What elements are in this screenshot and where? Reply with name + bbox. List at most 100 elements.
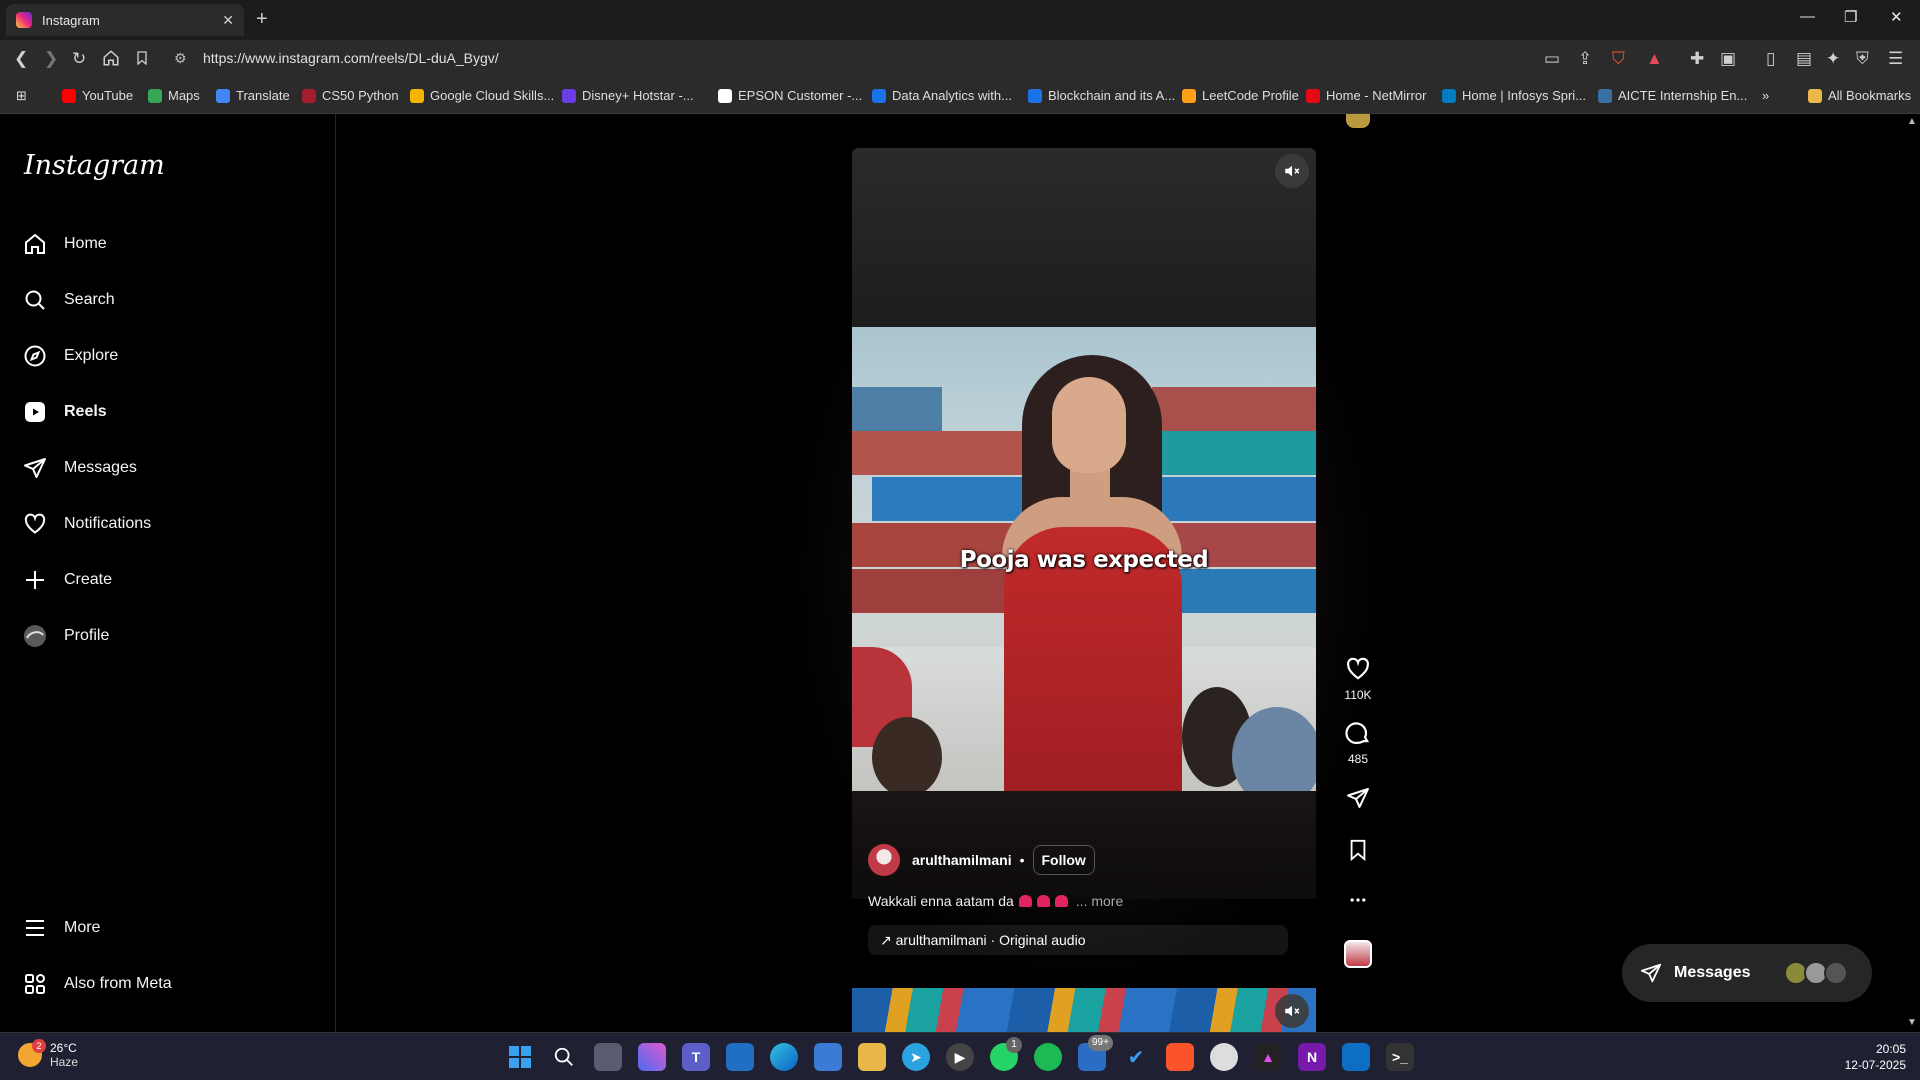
bookmark-google-cloud[interactable]: Google Cloud Skills... <box>410 88 554 103</box>
save-action[interactable] <box>1330 838 1386 862</box>
back-icon[interactable]: ❮ <box>14 49 28 69</box>
vpn-icon[interactable]: ⛨ <box>1856 49 1869 69</box>
bookmark-hotstar[interactable]: Disney+ Hotstar -... <box>562 88 694 103</box>
new-tab-button[interactable]: + <box>256 8 268 31</box>
nav-create[interactable]: Create <box>22 567 112 593</box>
follow-button[interactable]: Follow <box>1032 845 1095 875</box>
edge-icon[interactable] <box>770 1043 798 1071</box>
nav-reels[interactable]: Reels <box>22 399 107 425</box>
scroll-down-arrow-icon[interactable]: ▼ <box>1907 1017 1917 1028</box>
author-username[interactable]: arulthamilmani <box>912 852 1012 868</box>
nav-also-from-meta[interactable]: Also from Meta <box>22 971 172 997</box>
bookmark-translate[interactable]: Translate <box>216 88 290 103</box>
teams-icon[interactable]: T <box>682 1043 710 1071</box>
next-reel-video[interactable] <box>852 988 1316 1032</box>
bookmark-epson[interactable]: EPSON Customer -... <box>718 88 862 103</box>
reel-video-top[interactable] <box>852 148 1316 328</box>
bookmark-maps[interactable]: Maps <box>148 88 200 103</box>
scroll-up-arrow-icon[interactable]: ▲ <box>1907 116 1917 127</box>
more-dots-icon[interactable] <box>1347 890 1369 910</box>
leo-ai-icon[interactable]: ✦ <box>1826 49 1840 69</box>
start-button[interactable] <box>506 1043 534 1071</box>
page-scrollbar[interactable]: ▲ ▼ <box>1904 114 1920 1032</box>
brave-rewards-icon[interactable]: ▲ <box>1646 49 1663 69</box>
taskbar-search-icon[interactable] <box>550 1043 578 1071</box>
browser-menu-icon[interactable]: ☰ <box>1888 49 1903 69</box>
author-avatar[interactable] <box>868 844 900 876</box>
media-player-icon[interactable]: ▶ <box>946 1043 974 1071</box>
bookmark-leetcode[interactable]: LeetCode Profile <box>1182 88 1299 103</box>
brave-taskbar-icon[interactable] <box>1166 1043 1194 1071</box>
site-info-icon[interactable]: ⚙ <box>174 50 187 67</box>
todo-icon[interactable]: ✔ <box>1122 1043 1150 1071</box>
audio-thumbnail[interactable] <box>1330 940 1386 968</box>
cast-icon[interactable]: ▭ <box>1544 49 1560 69</box>
apps-grid-icon[interactable]: ⊞ <box>16 88 27 104</box>
nav-search[interactable]: Search <box>22 287 115 313</box>
caption-more-link[interactable]: ... more <box>1076 893 1123 909</box>
brave-shield-icon[interactable]: ⛉ <box>1612 49 1625 69</box>
all-bookmarks-folder[interactable]: All Bookmarks <box>1808 88 1911 103</box>
comment-action[interactable]: 485 <box>1330 720 1386 766</box>
comment-icon[interactable] <box>1345 720 1371 746</box>
messages-floating-button[interactable]: Messages <box>1622 944 1872 1002</box>
spotify-icon[interactable] <box>1034 1043 1062 1071</box>
bookmark-infosys[interactable]: Home | Infosys Spri... <box>1442 88 1586 103</box>
instagram-logo[interactable]: Instagram <box>24 150 165 181</box>
nav-explore[interactable]: Explore <box>22 343 118 369</box>
extensions-icon[interactable]: ✚ <box>1690 49 1704 69</box>
home-browser-icon[interactable] <box>102 49 120 72</box>
original-audio-link[interactable]: ↗ arulthamilmani · Original audio <box>868 925 1288 955</box>
close-window-button[interactable]: ✕ <box>1890 8 1903 26</box>
nav-profile[interactable]: Profile <box>22 623 109 649</box>
bookmark-youtube[interactable]: YouTube <box>62 88 133 103</box>
nav-more[interactable]: More <box>22 915 100 941</box>
sidebar-toggle-icon[interactable]: ▯ <box>1766 49 1775 69</box>
share-icon[interactable]: ⇪ <box>1578 49 1592 69</box>
minimize-button[interactable]: — <box>1800 8 1815 25</box>
like-action[interactable]: 110K <box>1330 656 1386 702</box>
heart-emoji-icon <box>1036 895 1050 907</box>
bookmark-aicte[interactable]: AICTE Internship En... <box>1598 88 1747 103</box>
more-options-action[interactable] <box>1330 890 1386 910</box>
microsoft-store-icon[interactable] <box>814 1043 842 1071</box>
next-reel-mute-button[interactable] <box>1275 994 1309 1028</box>
save-bookmark-icon[interactable] <box>1347 838 1369 862</box>
tab-close-icon[interactable]: ✕ <box>222 12 234 29</box>
bookmark-data-analytics[interactable]: Data Analytics with... <box>872 88 1012 103</box>
forward-icon[interactable]: ❯ <box>44 49 58 69</box>
tab-search-icon[interactable]: ▣ <box>1720 49 1736 69</box>
audio-cover-image[interactable] <box>1344 940 1372 968</box>
nav-notifications[interactable]: Notifications <box>22 511 151 537</box>
vscode-icon[interactable] <box>1342 1043 1370 1071</box>
clock-app-icon[interactable] <box>1210 1043 1238 1071</box>
share-send-icon[interactable] <box>1346 786 1370 810</box>
address-bar[interactable]: https://www.instagram.com/reels/DL-duA_B… <box>203 50 499 66</box>
file-explorer-icon[interactable] <box>858 1043 886 1071</box>
task-view-icon[interactable] <box>594 1043 622 1071</box>
store-icon[interactable] <box>726 1043 754 1071</box>
onenote-icon[interactable]: N <box>1298 1043 1326 1071</box>
browser-tab[interactable]: Instagram ✕ <box>6 4 244 36</box>
bookmark-blockchain[interactable]: Blockchain and its A... <box>1028 88 1175 103</box>
bookmark-netmirror[interactable]: Home - NetMirror <box>1306 88 1426 103</box>
share-action[interactable] <box>1330 786 1386 810</box>
terminal-icon[interactable]: >_ <box>1386 1043 1414 1071</box>
bookmark-page-icon[interactable] <box>134 49 150 72</box>
bookmark-cs50[interactable]: CS50 Python <box>302 88 399 103</box>
like-heart-icon[interactable] <box>1345 656 1371 682</box>
bookmarks-overflow-button[interactable]: » <box>1762 88 1769 103</box>
reel-video[interactable]: Pooja was expected <box>852 327 1316 791</box>
reload-icon[interactable]: ↻ <box>72 49 86 69</box>
weather-widget[interactable]: 2 26°C Haze <box>18 1039 78 1069</box>
restore-button[interactable]: ❐ <box>1844 8 1857 26</box>
arc-icon[interactable]: ▲ <box>1254 1043 1282 1071</box>
reel-top-avatar[interactable] <box>1346 114 1370 128</box>
telegram-icon[interactable]: ➤ <box>902 1043 930 1071</box>
mute-button[interactable] <box>1275 154 1309 188</box>
nav-home[interactable]: Home <box>22 231 107 257</box>
copilot-icon[interactable] <box>638 1043 666 1071</box>
nav-messages[interactable]: Messages <box>22 455 137 481</box>
wallet-icon[interactable]: ▤ <box>1796 49 1812 69</box>
system-clock[interactable]: 20:05 12-07-2025 <box>1845 1041 1906 1073</box>
